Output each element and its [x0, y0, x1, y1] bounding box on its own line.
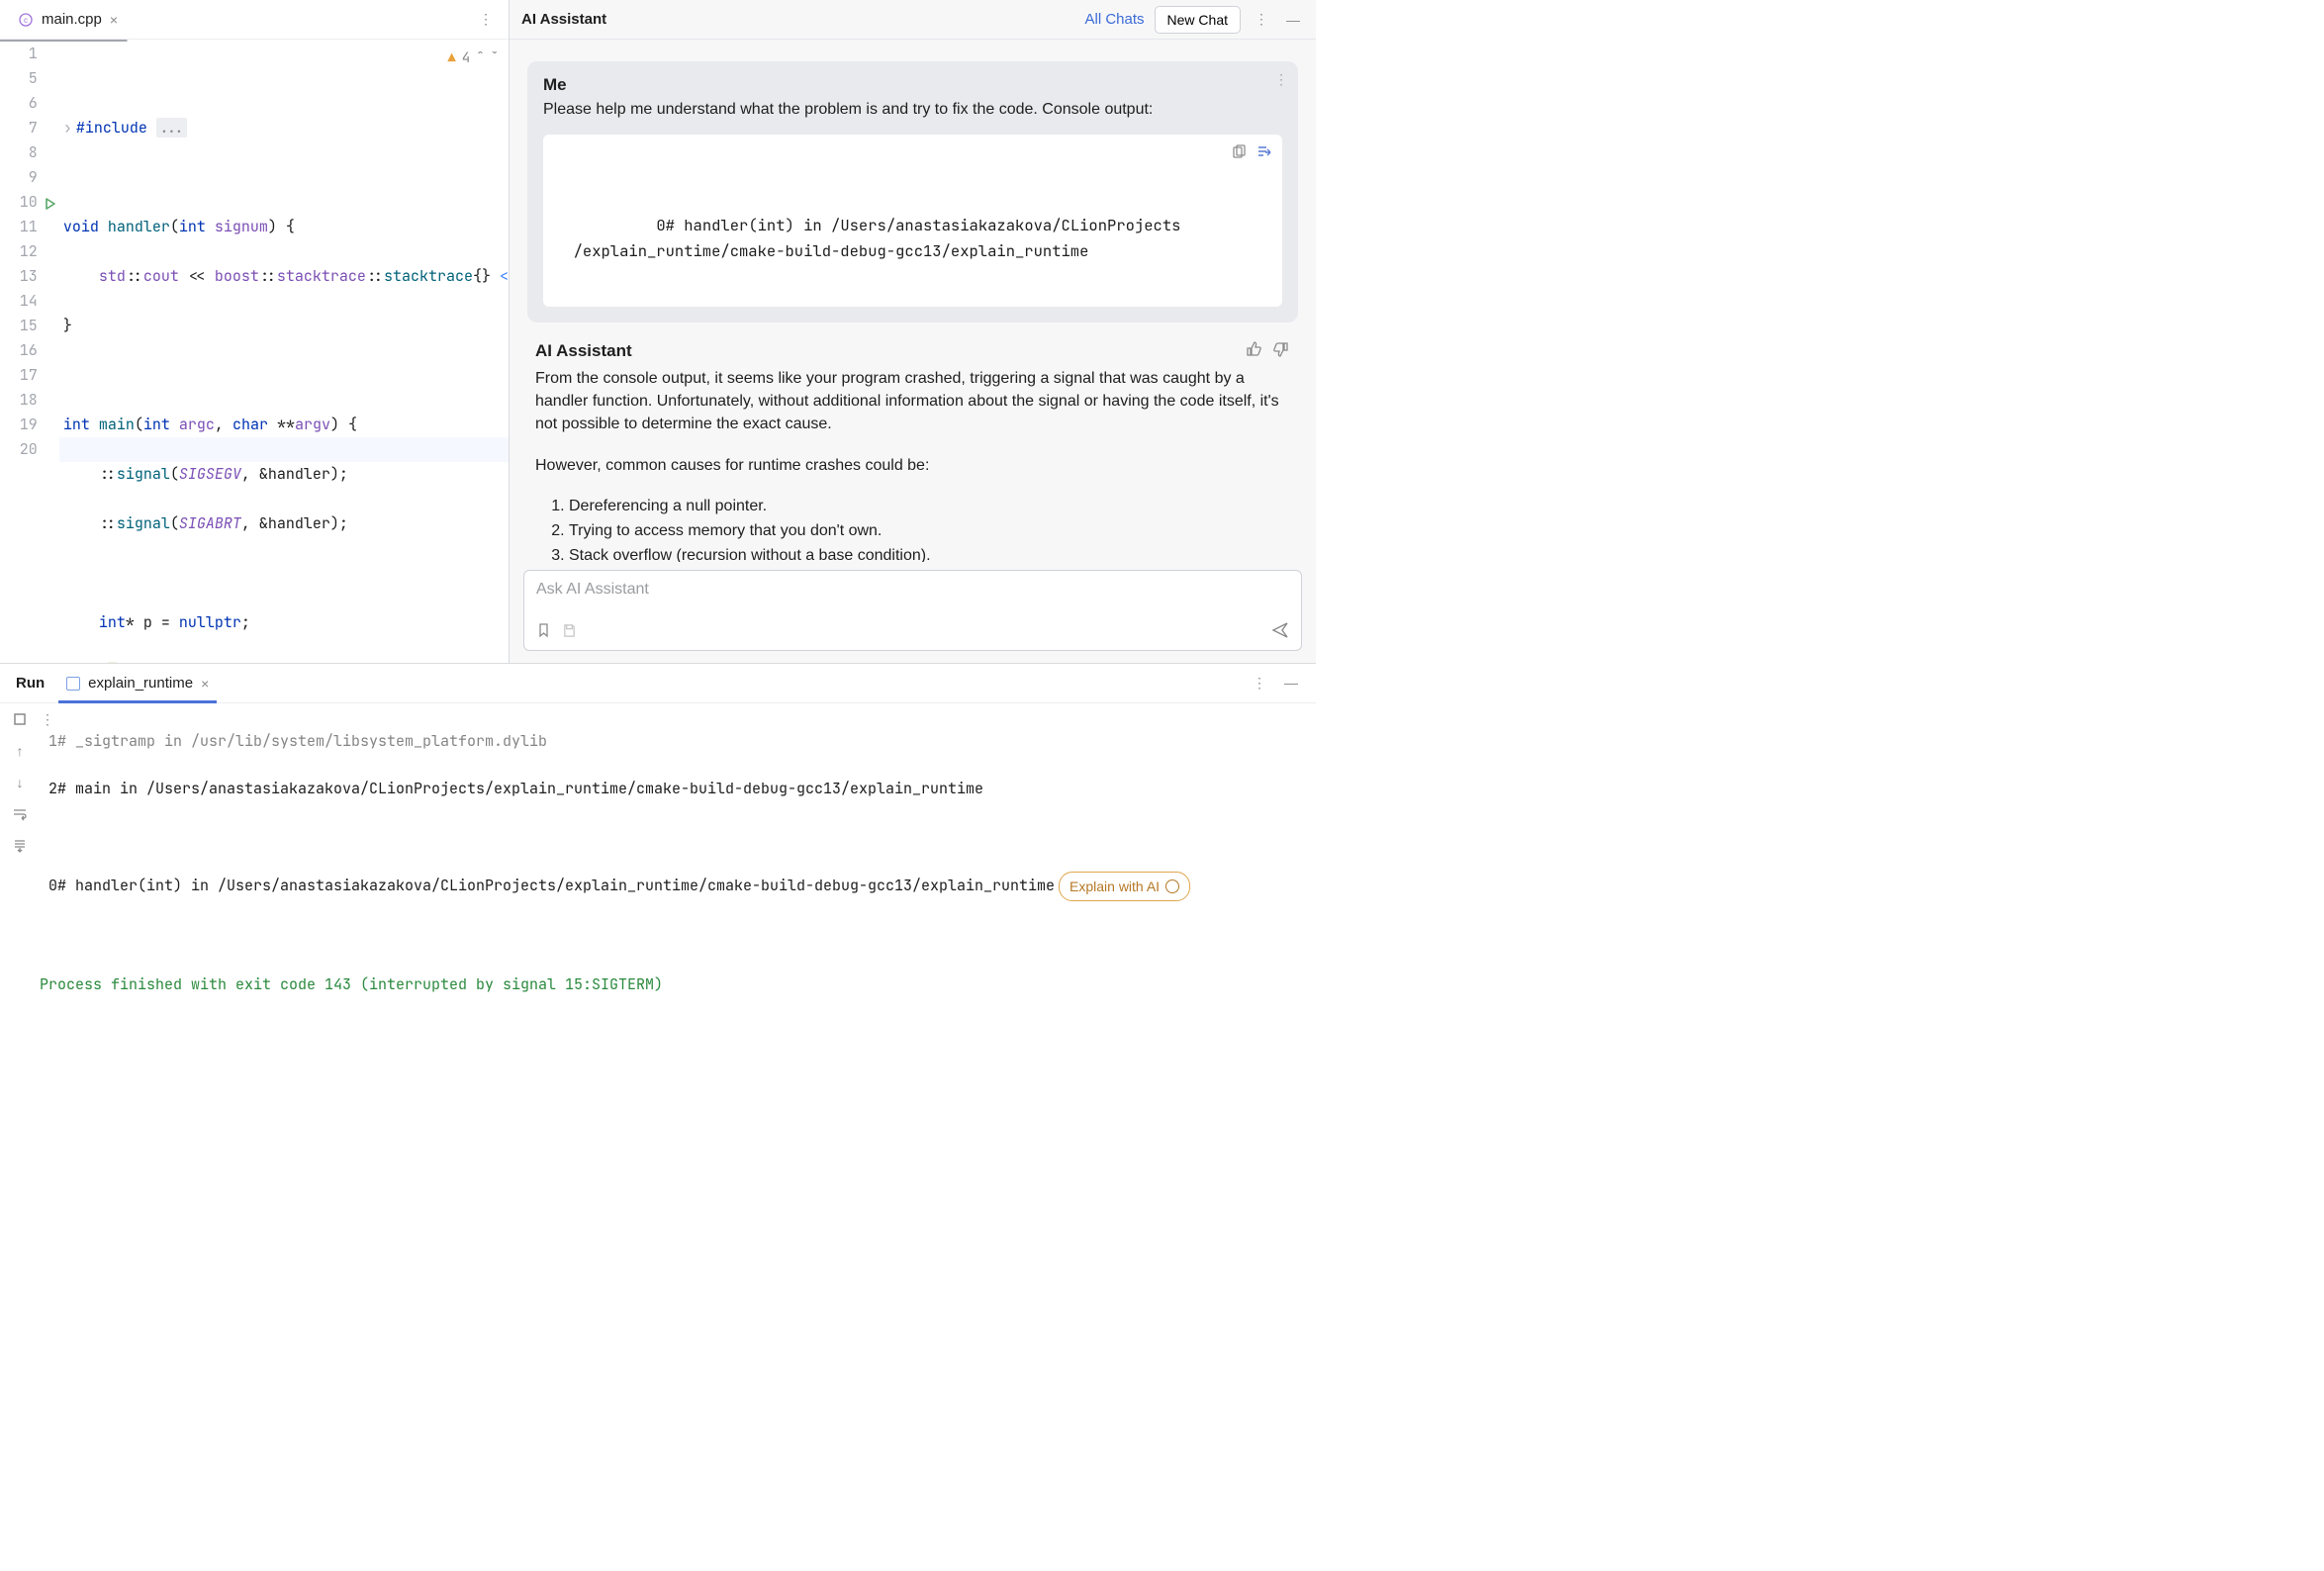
svg-text:c: c [24, 16, 28, 25]
run-output[interactable]: 1# _sigtramp in /usr/lib/system/libsyste… [40, 703, 1316, 1044]
scroll-to-end-icon[interactable] [8, 836, 32, 856]
input-placeholder: Ask AI Assistant [536, 581, 1289, 621]
run-tab-bar: Run explain_runtime × ⋮ — [0, 664, 1316, 703]
snippet-content: 0# handler(int) in /Users/anastasiakazak… [555, 215, 1180, 261]
run-panel: Run explain_runtime × ⋮ — ⋮ ↑ ↓ 1# _sigt… [0, 664, 1316, 1044]
list-item: Trying to access memory that you don't o… [569, 519, 1290, 542]
editor-tab-filename: main.cpp [42, 11, 102, 28]
run-config-name: explain_runtime [88, 675, 193, 692]
ai-message: AI Assistant From the console output, it… [527, 340, 1298, 562]
editor-more-icon[interactable]: ⋮ [471, 7, 501, 32]
soft-wrap-icon[interactable] [8, 804, 32, 824]
run-more-icon[interactable]: ⋮ [1249, 671, 1270, 695]
output-exit-line: Process finished with exit code 143 (int… [40, 972, 1316, 996]
ai-label: AI Assistant [535, 341, 632, 361]
inspection-prev-icon[interactable]: ˆ [476, 46, 484, 71]
console-snippet: 0# handler(int) in /Users/anastasiakazak… [543, 135, 1282, 307]
user-text: Please help me understand what the probl… [543, 99, 1282, 121]
app-icon [66, 677, 80, 691]
thumbs-down-icon[interactable] [1272, 340, 1290, 361]
close-run-tab-icon[interactable]: × [201, 676, 209, 692]
list-item: Dereferencing a null pointer. [569, 495, 1290, 517]
cpp-file-icon: c [18, 12, 34, 28]
send-icon[interactable] [1271, 621, 1289, 642]
assistant-title: AI Assistant [521, 11, 606, 28]
assistant-minimize-icon[interactable]: — [1282, 8, 1304, 32]
all-chats-link[interactable]: All Chats [1085, 11, 1145, 28]
user-message: ⋮ Me Please help me understand what the … [527, 61, 1298, 323]
thumbs-up-icon[interactable] [1245, 340, 1262, 361]
bookmark-icon[interactable] [536, 622, 552, 641]
ai-assistant-pane: AI Assistant All Chats New Chat ⋮ — ⋮ Me… [510, 0, 1316, 663]
code-editor[interactable]: 1 5 6 7 8 9 10 11 12 13 14 15 16 17 18 1… [0, 42, 509, 663]
down-arrow-icon[interactable]: ↓ [8, 773, 32, 792]
editor-tab[interactable]: c main.cpp × [8, 0, 128, 39]
ai-at-icon [1165, 879, 1179, 893]
assistant-header: AI Assistant All Chats New Chat ⋮ — [510, 0, 1316, 40]
ai-cause-list: Dereferencing a null pointer. Trying to … [535, 495, 1290, 562]
ai-text: From the console output, it seems like y… [535, 367, 1290, 562]
new-chat-button[interactable]: New Chat [1155, 6, 1241, 34]
explain-with-ai-button[interactable]: Explain with AI [1059, 872, 1190, 901]
code-content[interactable]: ▲ 4 ˆ ˇ ›#include ... void handler(int s… [59, 42, 509, 663]
editor-pane: c main.cpp × ⋮ 1 5 6 7 8 9 10 11 12 13 1… [0, 0, 510, 663]
output-line: 2# main in /Users/anastasiakazakova/CLio… [40, 777, 1316, 800]
stop-icon[interactable] [8, 709, 32, 729]
run-config-tab[interactable]: explain_runtime × [54, 664, 221, 702]
output-line: 1# _sigtramp in /usr/lib/system/libsyste… [40, 729, 1316, 753]
inspection-next-icon[interactable]: ˇ [491, 46, 499, 71]
up-arrow-icon[interactable]: ↑ [8, 741, 32, 761]
output-line [40, 925, 1316, 949]
rerun-icon[interactable] [0, 709, 4, 729]
output-line: 0# handler(int) in /Users/anastasiakazak… [40, 872, 1316, 901]
user-label: Me [543, 75, 1282, 95]
assistant-chat: ⋮ Me Please help me understand what the … [510, 40, 1316, 562]
warning-icon: ▲ [447, 46, 455, 71]
run-toolbar: ⋮ ↑ ↓ [0, 703, 40, 1044]
copy-icon[interactable] [1231, 142, 1247, 168]
message-menu-icon[interactable]: ⋮ [1274, 71, 1288, 88]
inspection-count: 4 [462, 46, 470, 71]
editor-tab-bar: c main.cpp × ⋮ [0, 0, 509, 40]
output-line [40, 824, 1316, 848]
gutter: 1 5 6 7 8 9 10 11 12 13 14 15 16 17 18 1… [0, 42, 59, 663]
run-tab[interactable]: Run [6, 675, 54, 692]
list-item: Stack overflow (recursion without a base… [569, 544, 1290, 562]
assistant-more-icon[interactable]: ⋮ [1251, 7, 1272, 32]
close-tab-icon[interactable]: × [110, 12, 118, 28]
run-minimize-icon[interactable]: — [1280, 671, 1302, 695]
assistant-input[interactable]: Ask AI Assistant [523, 570, 1302, 651]
insert-icon[interactable] [1256, 142, 1272, 168]
inspection-badge[interactable]: ▲ 4 ˆ ˇ [447, 46, 499, 71]
save-icon[interactable] [562, 623, 577, 641]
